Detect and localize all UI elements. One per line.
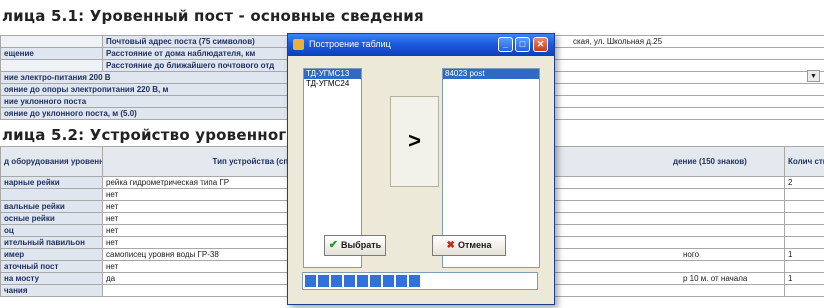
equipment-cell: чания — [0, 284, 103, 297]
progress-segment — [383, 275, 394, 287]
row-label: ояние до уклонного поста, м (5.0) — [0, 107, 303, 120]
progress-segment — [305, 275, 316, 287]
equipment-cell: ительный павильон — [0, 236, 103, 249]
select-button-label: Выбрать — [341, 240, 382, 250]
row-group: ещение — [0, 47, 103, 60]
row-label: ние электро-питания 200 В — [0, 71, 303, 84]
row-group — [0, 59, 103, 72]
chevron-down-icon[interactable]: ▼ — [807, 70, 820, 82]
row-label: Расстояние от дома наблюдателя, км — [102, 47, 303, 60]
select-button[interactable]: ✔ Выбрать — [324, 235, 386, 256]
table-5-2-title: лица 5.2: Устройство уровенного п — [2, 126, 313, 144]
progress-segment — [409, 275, 420, 287]
move-right-button[interactable]: > — [390, 96, 439, 187]
quantity-cell[interactable] — [784, 200, 824, 213]
equipment-cell: оц — [0, 224, 103, 237]
equipment-cell: аточный пост — [0, 260, 103, 273]
build-tables-dialog: Построение таблиц _ □ ✕ ТД-УГМС13 ТД-УГМ… — [287, 33, 555, 305]
row-label: ние уклонного поста — [0, 95, 303, 108]
cross-icon: ✖ — [446, 240, 455, 251]
dialog-titlebar[interactable]: Построение таблиц _ □ ✕ — [288, 34, 554, 56]
quantity-cell[interactable] — [784, 212, 824, 225]
row-label: Почтовый адрес поста (75 символов) — [102, 35, 303, 48]
progress-segment — [344, 275, 355, 287]
equipment-cell: вальные рейки — [0, 200, 103, 213]
minimize-button[interactable]: _ — [498, 37, 513, 52]
cancel-button-label: Отмена — [457, 240, 492, 250]
row-label: Расстояние до ближайшего почтового отд — [102, 59, 303, 72]
quantity-cell[interactable] — [784, 260, 824, 273]
progress-segment — [370, 275, 381, 287]
row-group — [0, 35, 103, 48]
progress-segment — [357, 275, 368, 287]
equipment-cell: нарные рейки — [0, 176, 103, 189]
quantity-cell[interactable] — [784, 236, 824, 249]
close-button[interactable]: ✕ — [533, 37, 548, 52]
header-quantity: Колич ство, шт — [784, 146, 824, 177]
progress-bar — [302, 272, 538, 290]
list-item[interactable]: ТД-УГМС24 — [304, 79, 361, 89]
header-equipment: д оборудования уровенного поста — [0, 146, 103, 177]
quantity-cell[interactable] — [784, 284, 824, 297]
cancel-button[interactable]: ✖ Отмена — [432, 235, 506, 256]
row-label: ояние до опоры электропитания 220 В, м — [0, 83, 303, 96]
list-item[interactable]: 84023 post — [443, 69, 539, 79]
quantity-cell[interactable] — [784, 224, 824, 237]
progress-segment — [318, 275, 329, 287]
quantity-cell[interactable]: 1 — [784, 248, 824, 261]
quantity-cell[interactable] — [784, 188, 824, 201]
list-item[interactable]: ТД-УГМС13 — [304, 69, 361, 79]
progress-segment — [396, 275, 407, 287]
quantity-cell[interactable]: 1 — [784, 272, 824, 285]
progress-segment — [331, 275, 342, 287]
equipment-cell — [0, 188, 103, 201]
app-icon — [293, 39, 304, 50]
table-5-1-title: лица 5.1: Уровенный пост - основные свед… — [2, 7, 424, 25]
equipment-cell: на мосту — [0, 272, 103, 285]
check-icon: ✔ — [328, 239, 338, 251]
maximize-button[interactable]: □ — [515, 37, 530, 52]
equipment-cell: имер — [0, 248, 103, 261]
quantity-cell[interactable]: 2 — [784, 176, 824, 189]
equipment-cell: осные рейки — [0, 212, 103, 225]
dialog-title: Построение таблиц — [309, 39, 391, 49]
